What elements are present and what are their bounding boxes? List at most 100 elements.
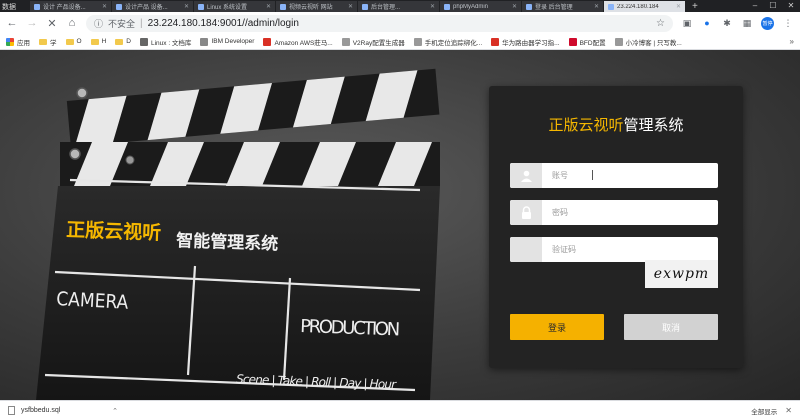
bookmark-item[interactable]: D	[115, 38, 131, 45]
captcha-input[interactable]	[542, 237, 718, 262]
address-bar[interactable]: ⓘ 不安全 | 23.224.180.184:9001//admin/login…	[86, 14, 673, 32]
bookmark-item[interactable]: 小冷博客 | 只写教...	[614, 37, 682, 47]
browser-tab[interactable]: 设计 产品设备... ✕	[30, 1, 112, 12]
security-label: 不安全	[108, 18, 136, 29]
tab-favicon-icon	[444, 3, 450, 10]
browser-tab[interactable]: phpMyAdmin ✕	[440, 1, 522, 12]
bookmark-label: H	[101, 38, 107, 45]
tab-label: 视频云视听 网站	[289, 5, 333, 11]
clapper-production: PRODUCTION	[300, 316, 401, 340]
chevron-up-icon[interactable]: ⌃	[112, 407, 118, 415]
url-text[interactable]: 23.224.180.184:9001//admin/login	[148, 18, 299, 29]
url-separator: |	[140, 17, 143, 29]
file-icon	[8, 406, 15, 415]
folder-icon	[39, 38, 47, 45]
show-all-button[interactable]: 全部显示	[751, 406, 777, 416]
clapper-title-rest: 智能管理系统	[176, 230, 279, 255]
tab-close-icon[interactable]: ✕	[266, 3, 271, 10]
back-icon[interactable]: ←	[6, 17, 18, 29]
browser-tab[interactable]: Linux 系统设置 ✕	[194, 1, 276, 12]
tab-close-icon[interactable]: ✕	[430, 3, 435, 10]
login-panel: 正版云视听管理系统 exwpm 登录 取消	[489, 86, 743, 368]
bookmark-label: Amazon AWS莊马...	[274, 39, 333, 47]
browser-tab[interactable]: 设计产品 设备... ✕	[112, 1, 194, 12]
apps-icon	[6, 37, 14, 46]
tab-label: 设计产品 设备...	[125, 5, 168, 11]
forward-icon[interactable]: →	[26, 17, 38, 29]
login-title-rest: 管理系统	[623, 116, 684, 134]
window-controls: – ☐ ✕	[746, 0, 800, 12]
new-tab-button[interactable]: +	[692, 1, 698, 12]
tab-close-icon[interactable]: ✕	[594, 3, 599, 10]
bookmark-item[interactable]: O	[65, 38, 82, 45]
bookmarks-overflow-icon[interactable]: »	[790, 37, 794, 46]
login-title-highlight: 正版云视听	[548, 116, 624, 134]
close-icon[interactable]: ✕	[782, 0, 800, 12]
grid-icon[interactable]: ▦	[741, 17, 753, 29]
tab-label: 登录 后台管理	[535, 5, 573, 11]
bookmark-item[interactable]: 学	[39, 37, 57, 47]
captcha-field[interactable]	[510, 237, 718, 262]
tab-favicon-icon	[280, 3, 286, 10]
browser-toolbar: ← → ✕ ⌂ ⓘ 不安全 | 23.224.180.184:9001//adm…	[0, 12, 800, 34]
lock-icon	[510, 200, 542, 225]
clapper-title-highlight: 正版云视听	[66, 218, 162, 244]
tab-label: Linux 系统设置	[207, 5, 248, 11]
tab-close-icon[interactable]: ✕	[348, 3, 353, 10]
folder-icon	[65, 38, 74, 45]
captcha-image[interactable]: exwpm	[645, 260, 718, 288]
site-favicon-icon	[491, 37, 500, 46]
tab-close-icon[interactable]: ✕	[102, 3, 107, 10]
tab-label: 23.224.180.184	[617, 3, 659, 10]
cancel-button[interactable]: 取消	[624, 314, 718, 340]
password-field[interactable]	[510, 200, 718, 225]
bookmark-item[interactable]: 华为路由器学习指...	[491, 37, 560, 47]
download-filename: ysfbbedu.sql	[21, 407, 61, 414]
username-field[interactable]	[510, 163, 718, 188]
bookmark-item[interactable]: Linux : 文档库	[139, 37, 192, 47]
login-button[interactable]: 登录	[510, 314, 604, 340]
minimize-icon[interactable]: –	[746, 0, 764, 12]
bookmark-item[interactable]: 手机定位追踪绑化...	[413, 37, 482, 47]
bookmark-item[interactable]: BFD配置	[568, 37, 606, 47]
puzzle-icon[interactable]: ✱	[721, 17, 733, 29]
tab-close-icon[interactable]: ✕	[512, 3, 517, 10]
site-favicon-icon	[263, 37, 272, 46]
username-input[interactable]	[542, 163, 718, 188]
avatar[interactable]: 暂停	[761, 16, 774, 30]
maximize-icon[interactable]: ☐	[764, 0, 782, 12]
browser-tab[interactable]: 视频云视听 网站 ✕	[276, 1, 358, 12]
stop-icon[interactable]: ✕	[46, 17, 58, 30]
browser-tab[interactable]: 23.224.180.184 ✕	[604, 1, 686, 12]
download-item[interactable]: ysfbbedu.sql ⌃	[8, 406, 118, 415]
bookmark-item[interactable]: Amazon AWS莊马...	[263, 37, 333, 47]
bookmark-star-icon[interactable]: ☆	[656, 18, 665, 29]
home-icon[interactable]: ⌂	[66, 17, 78, 29]
login-page: 正版云视听 智能管理系统 CAMERA PRODUCTION Scene | T…	[0, 50, 800, 400]
tab-label: 后台管理...	[371, 5, 401, 11]
info-icon[interactable]: ⓘ	[94, 17, 103, 30]
pin-icon[interactable]: ●	[701, 17, 713, 29]
password-input[interactable]	[542, 200, 718, 225]
tab-favicon-icon	[34, 3, 40, 10]
extension-icon[interactable]: ▣	[681, 17, 693, 29]
tab-close-icon[interactable]: ✕	[184, 3, 189, 10]
browser-tab[interactable]: 登录 后台管理 ✕	[522, 1, 604, 12]
tab-favicon-icon	[362, 3, 368, 10]
site-favicon-icon	[200, 37, 209, 46]
site-favicon-icon	[413, 37, 422, 46]
close-download-bar-icon[interactable]: ✕	[785, 406, 792, 415]
bookmark-item[interactable]: 应用	[6, 37, 30, 47]
bookmark-item[interactable]: H	[90, 38, 107, 45]
tab-partial[interactable]: 数据	[0, 1, 30, 12]
tab-favicon-icon	[198, 3, 204, 10]
tab-close-icon[interactable]: ✕	[676, 3, 681, 10]
bookmark-item[interactable]: IBM Developer	[200, 37, 254, 46]
clapperboard-illustration: 正版云视听 智能管理系统 CAMERA PRODUCTION Scene | T…	[36, 68, 440, 400]
bookmark-label: Linux : 文档库	[150, 39, 192, 47]
menu-icon[interactable]: ⋮	[782, 17, 794, 29]
bookmark-label: BFD配置	[579, 39, 606, 47]
captcha-icon	[510, 237, 542, 262]
browser-tab[interactable]: 后台管理... ✕	[358, 1, 440, 12]
bookmark-item[interactable]: V2Ray配置生成器	[341, 37, 405, 47]
